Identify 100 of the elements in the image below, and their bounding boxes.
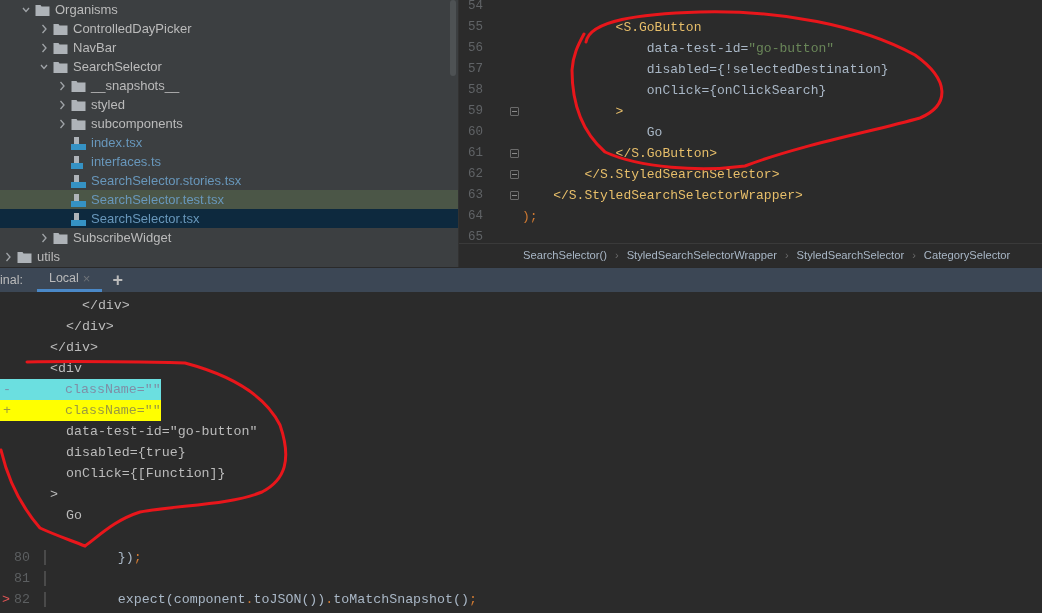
- tree-label: SearchSelector: [73, 57, 162, 76]
- terminal-line: Go: [64, 506, 82, 525]
- tree-label: ControlledDayPicker: [73, 19, 192, 38]
- tree-item[interactable]: styled: [0, 95, 458, 114]
- terminal-line: </div>: [64, 317, 114, 336]
- terminal-line: data-test-id="go-button": [64, 422, 258, 441]
- fold-marker-icon[interactable]: [510, 170, 519, 179]
- code-text: disabled={!selectedDestination}: [645, 60, 889, 79]
- tree-item[interactable]: SearchSelector.stories.tsx: [0, 171, 458, 190]
- folder-icon: [53, 230, 68, 245]
- tree-label: Organisms: [55, 0, 118, 19]
- folder-icon: [71, 78, 86, 93]
- tree-label: styled: [91, 95, 125, 114]
- add-tab-button[interactable]: +: [102, 268, 133, 292]
- tsx-file-icon: [71, 135, 86, 150]
- code-text: </S.GoButton>: [614, 144, 718, 163]
- folder-icon: [71, 97, 86, 112]
- separator-icon: ›: [614, 247, 619, 264]
- breadcrumb[interactable]: StyledSearchSelectorWrapper: [626, 247, 777, 264]
- tree-label: subcomponents: [91, 114, 183, 133]
- tree-label: utils: [37, 247, 61, 266]
- tree-item[interactable]: NavBar: [0, 38, 458, 57]
- code-text: ;: [468, 590, 477, 609]
- terminal-line: disabled={true}: [64, 443, 186, 462]
- breadcrumb[interactable]: CategorySelector: [923, 247, 1011, 264]
- tree-label: __snapshots__: [91, 76, 180, 95]
- diff-text: className="": [65, 380, 161, 399]
- code-text: ;: [133, 548, 142, 567]
- line-number: 61: [467, 145, 483, 163]
- folder-icon: [53, 21, 68, 36]
- chevron-right-icon[interactable]: [4, 251, 12, 262]
- line-number: 57: [467, 61, 483, 79]
- tab-label: Local: [48, 270, 79, 288]
- folder-icon: [17, 249, 32, 264]
- chevron-right-icon[interactable]: [40, 42, 48, 53]
- tree-label: SearchSelector.tsx: [91, 209, 200, 228]
- code-text: >: [614, 102, 624, 121]
- breadcrumb[interactable]: SearchSelector(): [523, 247, 607, 264]
- current-line-marker: >: [1, 590, 11, 609]
- tsx-file-icon: [71, 192, 86, 207]
- terminal-line: </div>: [80, 296, 130, 315]
- tree-item[interactable]: interfaces.ts: [0, 152, 458, 171]
- fold-marker-icon[interactable]: [510, 191, 519, 200]
- tree-item[interactable]: subcomponents: [0, 114, 458, 133]
- tree-label: index.tsx: [91, 133, 143, 152]
- tree-label: interfaces.ts: [91, 152, 162, 171]
- chevron-right-icon[interactable]: [58, 80, 66, 91]
- tree-item[interactable]: SearchSelector: [0, 57, 458, 76]
- fold-marker-icon[interactable]: [510, 149, 519, 158]
- tree-item[interactable]: SubscribeWidget: [0, 228, 458, 247]
- terminal-line: <div: [50, 359, 82, 378]
- diff-sign: -: [2, 380, 12, 399]
- folder-icon: [35, 2, 50, 17]
- code-text: );: [522, 207, 538, 226]
- code-text: onClick={onClickSearch}: [645, 81, 827, 100]
- code-text: <S.GoButton: [614, 18, 702, 37]
- tsx-file-icon: [71, 211, 86, 226]
- tree-item[interactable]: index.tsx: [0, 133, 458, 152]
- code-text: Go: [645, 123, 663, 142]
- separator-icon: ›: [784, 247, 789, 264]
- line-number: 63: [467, 187, 483, 205]
- tree-label: SearchSelector.stories.tsx: [91, 171, 242, 190]
- chevron-right-icon[interactable]: [40, 23, 48, 34]
- code-text: </S.StyledSearchSelector>: [583, 165, 780, 184]
- terminal-line: >: [50, 485, 58, 504]
- tree-item[interactable]: ControlledDayPicker: [0, 19, 458, 38]
- line-number: 56: [467, 40, 483, 58]
- ts-file-icon: [71, 154, 86, 169]
- chevron-right-icon[interactable]: [58, 118, 66, 129]
- folder-icon: [53, 40, 68, 55]
- tsx-file-icon: [71, 173, 86, 188]
- code-text: </S.StyledSearchSelectorWrapper>: [552, 186, 803, 205]
- tree-label: NavBar: [73, 38, 117, 57]
- diff-sign: +: [2, 401, 12, 420]
- line-number: 62: [467, 166, 483, 184]
- line-number: 58: [467, 82, 483, 100]
- tree-label: SubscribeWidget: [73, 228, 172, 247]
- code-text: toJSON()): [253, 590, 326, 609]
- fold-marker-icon[interactable]: [510, 107, 519, 116]
- terminal-tab[interactable]: Local ×: [36, 268, 103, 292]
- tree-item[interactable]: SearchSelector.tsx: [0, 209, 458, 228]
- line-number: 55: [467, 19, 483, 37]
- line-number: 59: [467, 103, 483, 121]
- code-text: .: [245, 590, 254, 609]
- chevron-right-icon[interactable]: [58, 99, 66, 110]
- breadcrumb[interactable]: StyledSearchSelector: [796, 247, 905, 264]
- tree-item[interactable]: Organisms: [0, 0, 458, 19]
- tree-item[interactable]: __snapshots__: [0, 76, 458, 95]
- terminal-label: inal:: [0, 271, 24, 289]
- code-text: .: [325, 590, 334, 609]
- code-text: toMatchSnapshot(): [333, 590, 469, 609]
- terminal-line: onClick={[Function]}: [64, 464, 226, 483]
- code-text: data-test-id=: [645, 39, 749, 58]
- folder-icon: [53, 59, 68, 74]
- line-number: 64: [467, 208, 483, 226]
- chevron-right-icon[interactable]: [40, 232, 48, 243]
- terminal-line: </div>: [50, 338, 98, 357]
- tree-item[interactable]: utils: [0, 247, 458, 266]
- separator-icon: ›: [912, 247, 916, 264]
- line-number: 65: [467, 229, 483, 243]
